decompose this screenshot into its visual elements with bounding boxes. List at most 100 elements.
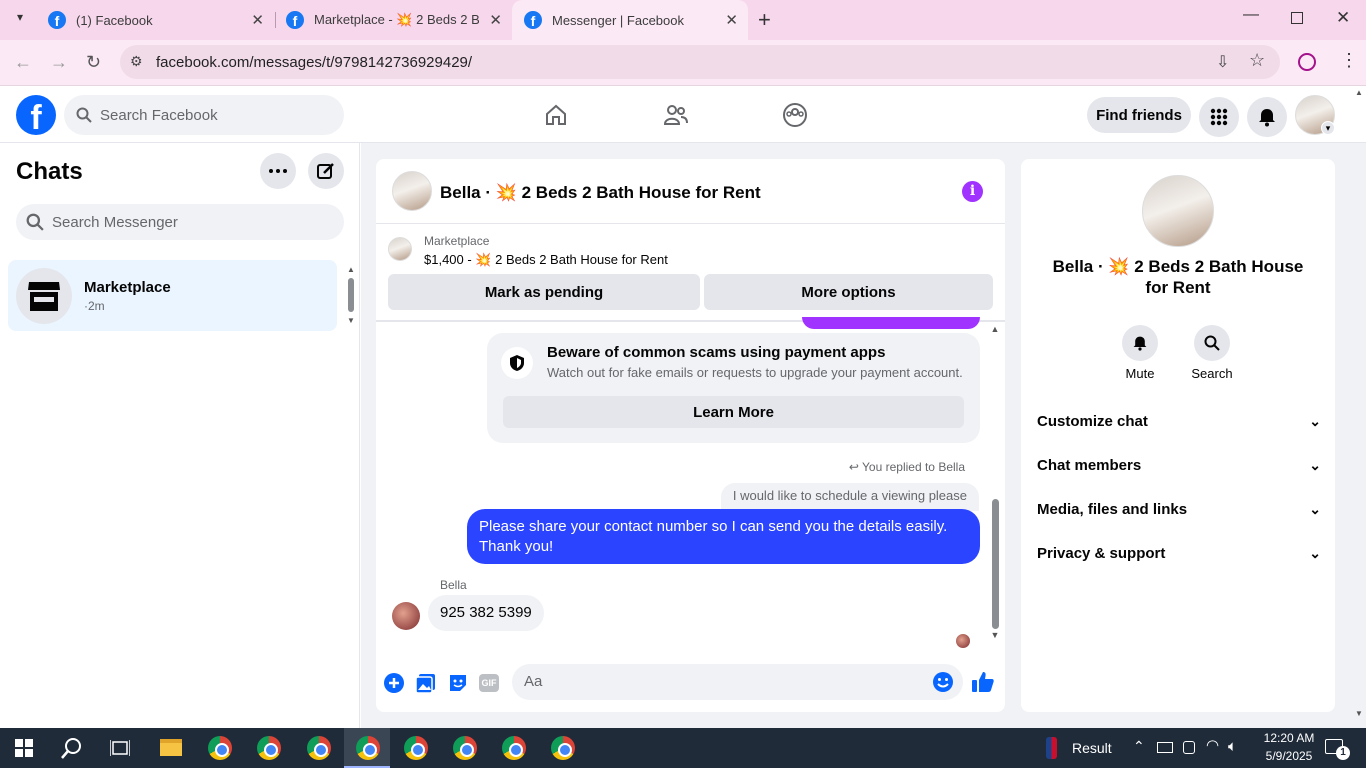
close-tab-icon[interactable]: ✕ — [251, 11, 264, 29]
profile-icon[interactable] — [1298, 53, 1316, 71]
chat-members-section[interactable]: Chat members ⌄ — [1037, 457, 1321, 474]
sender-avatar[interactable] — [392, 602, 420, 630]
taskbar-search-icon[interactable] — [61, 737, 83, 759]
tray-chevron-icon[interactable]: ⌃ — [1133, 738, 1145, 755]
chrome-profile-icon[interactable] — [404, 736, 428, 760]
weather-widget-text[interactable]: Result — [1072, 740, 1112, 756]
info-avatar[interactable] — [1142, 175, 1214, 247]
restore-button[interactable] — [1291, 12, 1303, 24]
messenger-search-input[interactable]: Search Messenger — [16, 204, 344, 240]
conversation-avatar[interactable] — [392, 171, 432, 211]
close-window-button[interactable]: ✕ — [1336, 8, 1350, 28]
facebook-logo-icon[interactable]: f — [16, 95, 56, 135]
customize-chat-section[interactable]: Customize chat ⌄ — [1037, 413, 1321, 430]
clock-date[interactable]: 5/9/2025 — [1256, 749, 1322, 763]
search-in-conversation-button[interactable]: Search — [1187, 325, 1237, 381]
sticker-icon[interactable] — [447, 672, 469, 694]
tab-list-button[interactable]: ▾ — [10, 10, 30, 30]
url-text: facebook.com/messages/t/9798142736929429… — [156, 54, 473, 71]
address-bar[interactable]: ⚙ facebook.com/messages/t/97981427369294… — [120, 45, 1280, 79]
bookmark-star-icon[interactable]: ☆ — [1249, 50, 1265, 71]
tab-facebook[interactable]: f (1) Facebook ✕ — [36, 0, 274, 40]
gif-icon[interactable]: GIF — [479, 674, 499, 692]
conversation-title[interactable]: Bella · 💥 2 Beds 2 Bath House for Rent — [440, 183, 761, 203]
chrome-profile-icon[interactable] — [551, 736, 575, 760]
chrome-icon[interactable] — [208, 736, 232, 760]
my-message-bubble[interactable]: Please share your contact number so I ca… — [467, 509, 980, 564]
browser-tab-strip: ▾ f (1) Facebook ✕ f Marketplace - 💥 2 B… — [0, 0, 1366, 40]
clock-time[interactable]: 12:20 AM — [1256, 731, 1322, 745]
reload-icon[interactable]: ↻ — [86, 52, 101, 73]
find-friends-button[interactable]: Find friends — [1087, 97, 1191, 133]
scam-warning-description: Watch out for fake emails or requests to… — [547, 365, 963, 380]
chats-heading: Chats — [16, 158, 83, 185]
chat-list-item-marketplace[interactable]: Marketplace ·2m — [8, 260, 337, 331]
page-scrollbar[interactable]: ▲ ▼ — [1352, 88, 1366, 728]
shield-icon-wrap — [501, 347, 533, 379]
mark-as-pending-button[interactable]: Mark as pending — [388, 274, 700, 310]
conversation-info-button[interactable]: i — [962, 181, 983, 202]
camera-icon[interactable] — [1183, 741, 1195, 754]
quoted-message-bubble[interactable]: I would like to schedule a viewing pleas… — [720, 483, 979, 511]
more-options-button[interactable]: More options — [704, 274, 993, 310]
windows-taskbar: Result ⌃ ◠ 🔈︎ 12:20 AM 5/9/2025 1 — [0, 728, 1366, 768]
forward-icon[interactable]: → — [50, 52, 68, 73]
chrome-profile-icon[interactable] — [307, 736, 331, 760]
battery-icon[interactable] — [1157, 742, 1173, 753]
chrome-profile-icon[interactable] — [257, 736, 281, 760]
nba-icon[interactable] — [1046, 737, 1057, 759]
windows-start-icon[interactable] — [15, 739, 33, 757]
groups-nav-button[interactable] — [775, 95, 815, 135]
replied-to-label: ↩︎ You replied to Bella — [849, 460, 965, 474]
privacy-support-section[interactable]: Privacy & support ⌄ — [1037, 545, 1321, 562]
wifi-icon[interactable]: ◠ — [1206, 736, 1219, 754]
search-label: Search — [1191, 366, 1233, 381]
facebook-search-input[interactable]: Search Facebook — [64, 95, 344, 135]
tab-title: (1) Facebook — [76, 12, 153, 28]
menu-button[interactable] — [1199, 97, 1239, 137]
browser-menu-icon[interactable]: ⋮ — [1340, 50, 1358, 71]
tab-messenger[interactable]: f Messenger | Facebook ✕ — [512, 0, 748, 40]
close-tab-icon[interactable]: ✕ — [489, 11, 502, 29]
new-tab-button[interactable]: + — [758, 7, 771, 33]
volume-icon[interactable]: 🔈︎ — [1228, 738, 1237, 755]
sidebar-scrollbar[interactable]: ▲ ▼ — [347, 265, 355, 327]
mute-button[interactable]: Mute — [1115, 325, 1165, 381]
tab-marketplace[interactable]: f Marketplace - 💥 2 Beds 2 Bath ✕ — [274, 0, 512, 40]
chat-options-button[interactable] — [260, 153, 296, 189]
message-input[interactable]: Aa — [512, 664, 963, 700]
back-icon[interactable]: ← — [14, 52, 32, 73]
tab-title: Marketplace - 💥 2 Beds 2 Bath — [314, 12, 479, 27]
emoji-icon[interactable] — [932, 671, 954, 693]
account-chevron-icon[interactable]: ▾ — [1321, 121, 1335, 135]
file-explorer-icon[interactable] — [160, 739, 182, 756]
friends-nav-button[interactable] — [656, 95, 696, 135]
listing-title[interactable]: $1,400 - 💥 2 Beds 2 Bath House for Rent — [424, 252, 668, 268]
grid-menu-icon — [1210, 108, 1228, 126]
facebook-favicon-icon: f — [48, 11, 66, 29]
site-info-icon[interactable]: ⚙ — [130, 53, 143, 70]
facebook-favicon-icon: f — [524, 11, 542, 29]
shield-icon — [510, 355, 524, 371]
photo-icon[interactable] — [415, 672, 437, 694]
chevron-down-icon: ⌄ — [1309, 413, 1321, 429]
install-app-icon[interactable]: ⇩ — [1216, 52, 1229, 72]
chrome-profile-icon[interactable] — [502, 736, 526, 760]
home-nav-button[interactable] — [536, 95, 576, 135]
minimize-button[interactable]: — — [1243, 6, 1259, 24]
close-tab-icon[interactable]: ✕ — [725, 11, 738, 29]
chrome-profile-icon[interactable] — [356, 736, 380, 760]
like-thumbs-up-icon[interactable] — [971, 670, 995, 694]
their-message-bubble[interactable]: 925 382 5399 — [428, 595, 544, 631]
notifications-button[interactable] — [1247, 97, 1287, 137]
task-view-icon[interactable] — [110, 739, 130, 757]
chrome-profile-icon[interactable] — [453, 736, 477, 760]
listing-thumbnail[interactable] — [388, 237, 412, 261]
search-icon — [76, 107, 92, 123]
add-attachment-icon[interactable] — [383, 672, 405, 694]
home-icon — [546, 104, 566, 125]
media-files-links-section[interactable]: Media, files and links ⌄ — [1037, 501, 1321, 518]
new-message-button[interactable] — [308, 153, 344, 189]
messages-scrollbar[interactable]: ▲ ▼ — [989, 324, 1001, 649]
learn-more-button[interactable]: Learn More — [503, 396, 964, 428]
